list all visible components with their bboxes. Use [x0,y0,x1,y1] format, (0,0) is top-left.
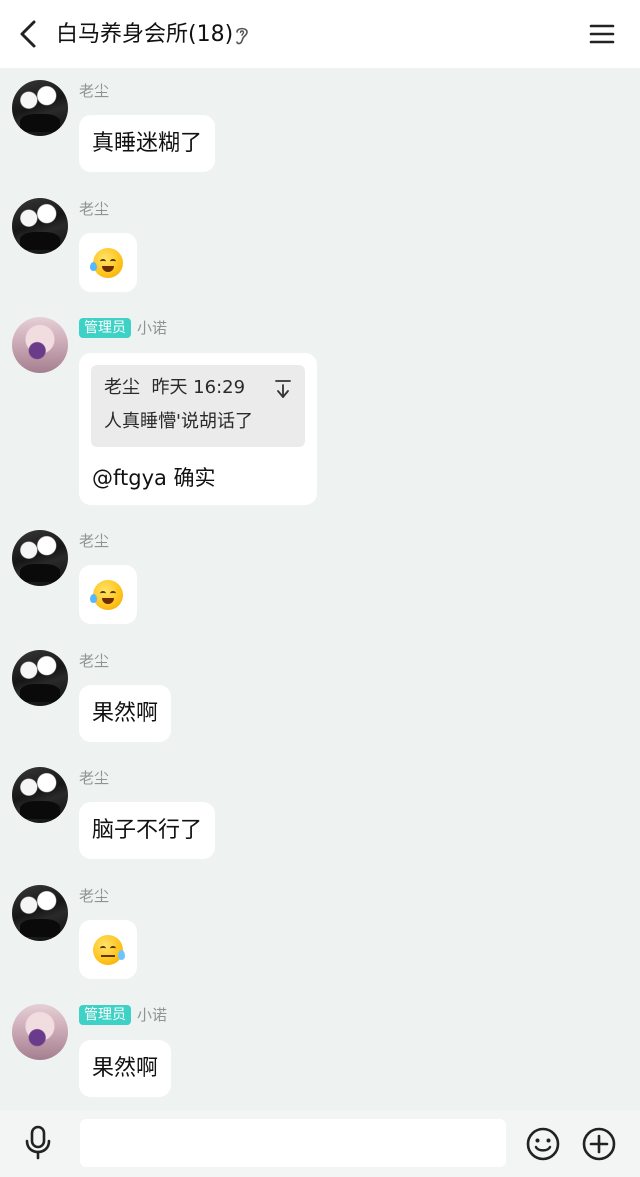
message-bubble[interactable]: 果然啊 [79,1040,172,1097]
avatar[interactable] [12,885,68,941]
quote-text: 人真睡懵'说胡话了 [104,411,253,432]
quoted-message[interactable]: 老尘 昨天 16:29 人真睡懵'说胡话了 [91,365,305,447]
reply-text: @ftgya 确实 [92,466,216,490]
back-button[interactable] [10,14,46,54]
message-bubble[interactable]: 真睡迷糊了 [79,115,216,172]
chat-title: 白马养身会所(18) [56,22,234,47]
reply-message-bubble[interactable]: 老尘 昨天 16:29 人真睡懵'说胡话了 @ftgya 确实 [79,353,317,505]
avatar[interactable] [12,317,68,373]
voice-button[interactable] [20,1124,56,1162]
menu-button[interactable] [584,16,620,52]
sender-name: 老尘 [79,652,110,670]
laugh-cry-emoji-icon [90,247,123,278]
chevron-left-icon [20,20,36,48]
sender-name: 老尘 [79,82,110,100]
sender-name: 小诺 [137,319,168,337]
avatar[interactable] [12,80,68,136]
quote-header: 老尘 昨天 16:29 [104,375,245,401]
avatar[interactable] [12,1004,68,1060]
quote-author: 老尘 [104,377,140,398]
jump-to-message-icon[interactable] [273,378,293,400]
sender-name: 老尘 [79,769,110,787]
quote-time: 昨天 16:29 [151,377,246,398]
input-bar [0,1110,640,1177]
message-meta: 老尘 [79,530,109,552]
sender-name: 老尘 [79,200,110,218]
message-meta: 老尘 [79,885,109,907]
message-meta: 管理员 小诺 [79,1004,167,1026]
emoji-bubble[interactable] [79,565,137,624]
admin-badge: 管理员 [79,1005,131,1025]
message-meta: 老尘 [79,198,109,220]
avatar[interactable] [12,198,68,254]
message-meta: 老尘 [79,80,109,102]
message-bubble[interactable]: 果然啊 [79,685,172,742]
avatar[interactable] [12,530,68,586]
ear-icon [236,27,248,45]
admin-badge: 管理员 [79,318,131,338]
smiley-icon[interactable] [525,1126,561,1162]
plus-circle-icon[interactable] [581,1126,617,1162]
message-meta: 管理员 小诺 [79,317,167,339]
chat-header: 白马养身会所(18) [0,0,640,68]
message-input[interactable] [80,1119,506,1167]
message-meta: 老尘 [79,650,109,672]
microphone-icon [25,1125,51,1160]
sender-name: 老尘 [79,532,110,550]
emoji-bubble[interactable] [79,920,137,979]
hamburger-menu-icon [589,24,615,44]
sender-name: 老尘 [79,887,110,905]
sender-name: 小诺 [137,1006,168,1024]
message-meta: 老尘 [79,767,109,789]
avatar[interactable] [12,767,68,823]
laugh-cry-emoji-icon [90,579,123,610]
message-list[interactable]: 老尘 真睡迷糊了 老尘 管理员 小诺 老尘 昨天 16:29 人真睡懵'说胡话了… [0,68,640,1110]
message-bubble[interactable]: 脑子不行了 [79,802,216,859]
emoji-bubble[interactable] [79,233,137,292]
sweat-emoji-icon [93,934,125,965]
avatar[interactable] [12,650,68,706]
